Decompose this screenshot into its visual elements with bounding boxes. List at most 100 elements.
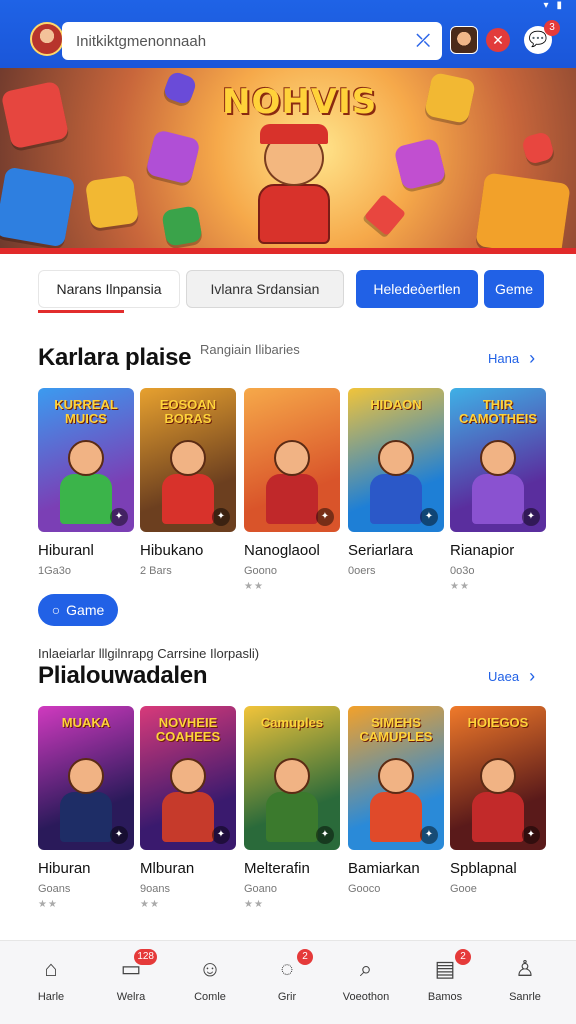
game-card[interactable]: HOIEGOS ✦ Spblapnal Gooe bbox=[450, 706, 546, 911]
character-face bbox=[480, 758, 516, 794]
clear-search-icon[interactable]: ⤫ bbox=[416, 31, 430, 51]
nav-label: Welra bbox=[116, 991, 146, 1003]
character-body bbox=[60, 792, 112, 842]
game-thumbnail[interactable]: MUAKA ✦ bbox=[38, 706, 134, 850]
see-all-label: Hana bbox=[488, 351, 520, 366]
character-face bbox=[378, 440, 414, 476]
banner-die-decoration bbox=[0, 80, 70, 150]
see-all-label: Uaea bbox=[488, 669, 520, 684]
game-card[interactable]: NOVHEIE COAHEES ✦ Mlburan 9oans ★★ bbox=[140, 706, 236, 911]
search-input[interactable]: Initkiktgmenonnaah ⤫ bbox=[62, 22, 442, 60]
top-bar: ▾ ▮ Initkiktgmenonnaah ⤫ ✕ 💬 3 bbox=[0, 0, 576, 72]
game-shortcut-thumbnail[interactable] bbox=[450, 26, 478, 54]
nav-item-5[interactable]: ▤ 2 Bamos bbox=[410, 949, 480, 1003]
character-face bbox=[170, 440, 206, 476]
game-title: Melterafin bbox=[244, 860, 310, 877]
game-title: Mlburan bbox=[140, 860, 195, 877]
game-card[interactable]: EOSOAN BORAS ✦ Hibukano 2 Bars bbox=[140, 388, 236, 593]
search-input-value: Initkiktgmenonnaah bbox=[76, 32, 207, 50]
game-icon: ○ bbox=[51, 602, 61, 618]
nav-item-2[interactable]: ☺ Comle bbox=[175, 955, 245, 1003]
game-title: Hiburanl bbox=[38, 542, 94, 559]
game-card[interactable]: Camuples ✦ Melterafin Goano ★★ bbox=[244, 706, 340, 911]
banner-die-decoration bbox=[393, 137, 447, 191]
badge-icon: ✦ bbox=[522, 508, 540, 526]
badge-icon: ✦ bbox=[522, 826, 540, 844]
game-thumbnail[interactable]: EOSOAN BORAS ✦ bbox=[140, 388, 236, 532]
close-icon[interactable]: ✕ bbox=[486, 28, 510, 52]
home-icon: ⌂ bbox=[44, 956, 58, 981]
game-meta: Gooe bbox=[450, 883, 477, 895]
game-card[interactable]: HIDAON ✦ Seriarlara 0oers bbox=[348, 388, 444, 593]
game-title: Rianapior bbox=[450, 542, 515, 559]
game-rating bbox=[450, 899, 546, 911]
tab-0[interactable]: Narans Ilnpansia bbox=[38, 270, 180, 308]
game-title: Nanoglaool bbox=[244, 542, 320, 559]
banner-die-decoration bbox=[161, 205, 203, 247]
character-face bbox=[274, 758, 310, 794]
news-icon: ▤ 2 bbox=[431, 949, 471, 983]
game-thumbnail[interactable]: ✦ bbox=[244, 388, 340, 532]
game-card[interactable]: THIR CAMOTHEIS ✦ Rianapior 0o3o ★★ bbox=[450, 388, 546, 593]
nav-badge: 2 bbox=[297, 949, 313, 965]
game-rating bbox=[38, 581, 134, 593]
tab-2[interactable]: Heledeòertlen bbox=[356, 270, 478, 308]
nav-item-0[interactable]: ⌂ Harle bbox=[16, 955, 86, 1003]
game-thumbnail[interactable]: THIR CAMOTHEIS ✦ bbox=[450, 388, 546, 532]
game-thumbnail[interactable]: HIDAON ✦ bbox=[348, 388, 444, 532]
game-card[interactable]: ✦ Nanoglaool Goono ★★ bbox=[244, 388, 340, 593]
character-body bbox=[370, 792, 422, 842]
game-rating: ★★ bbox=[244, 581, 264, 592]
game-card[interactable]: KURREAL MUICS ✦ Hiburanl 1Ga3o bbox=[38, 388, 134, 593]
tab-3[interactable]: Geme bbox=[484, 270, 544, 308]
game-button-label: Game bbox=[66, 602, 105, 618]
game-logo-text: HOIEGOS bbox=[467, 715, 529, 730]
nav-label: Grir bbox=[277, 991, 297, 1003]
profile-avatar[interactable] bbox=[30, 22, 64, 56]
search-icon: ⌕ bbox=[359, 956, 373, 981]
game-card[interactable]: MUAKA ✦ Hiburan Goans ★★ bbox=[38, 706, 134, 911]
game-thumbnail[interactable]: NOVHEIE COAHEES ✦ bbox=[140, 706, 236, 850]
game-card[interactable]: SIMEHS CAMUPLES ✦ Bamiarkan Gooco bbox=[348, 706, 444, 911]
game-logo-text: HIDAON bbox=[370, 397, 422, 412]
nav-item-1[interactable]: ▭ 128 Welra bbox=[96, 949, 166, 1003]
section-1-title: Karlara plaise bbox=[38, 344, 192, 371]
nav-label: Comle bbox=[194, 991, 226, 1003]
nav-label: Voeothon bbox=[342, 991, 390, 1003]
game-rating: ★★ bbox=[140, 899, 160, 910]
game-meta: 0o3o bbox=[450, 565, 475, 577]
hero-banner[interactable]: NOHVIS bbox=[0, 68, 576, 254]
character-face bbox=[480, 440, 516, 476]
game-thumbnail[interactable]: KURREAL MUICS ✦ bbox=[38, 388, 134, 532]
section-1-see-all[interactable]: Hana › bbox=[488, 348, 535, 369]
game-thumbnail[interactable]: Camuples ✦ bbox=[244, 706, 340, 850]
nav-item-3[interactable]: ◌ 2 Grir bbox=[252, 949, 322, 1003]
banner-die-decoration bbox=[162, 70, 198, 106]
wifi-icon: ▾ bbox=[543, 0, 549, 11]
game-meta: 9oans bbox=[140, 883, 170, 895]
nav-item-6[interactable]: ♙ Sanrle bbox=[490, 955, 560, 1003]
chevron-right-icon: › bbox=[529, 666, 536, 686]
character-body bbox=[472, 474, 524, 524]
character-face bbox=[274, 440, 310, 476]
game-thumbnail[interactable]: SIMEHS CAMUPLES ✦ bbox=[348, 706, 444, 850]
badge-icon: ✦ bbox=[420, 508, 438, 526]
game-meta: Gooco bbox=[348, 883, 381, 895]
section-1-subtitle: Rangiain Ilibaries bbox=[200, 342, 300, 357]
chat-button[interactable]: 💬 3 bbox=[524, 20, 560, 54]
section-2-see-all[interactable]: Uaea › bbox=[488, 666, 535, 687]
nav-item-4[interactable]: ⌕ Voeothon bbox=[331, 955, 401, 1003]
game-meta: Goano bbox=[244, 883, 278, 895]
banner-die-decoration bbox=[145, 129, 201, 185]
badge-icon: ✦ bbox=[420, 826, 438, 844]
badge-icon: ✦ bbox=[212, 508, 230, 526]
character-body bbox=[266, 792, 318, 842]
banner-title: NOHVIS bbox=[222, 82, 378, 122]
section-2-subtitle: Inlaeiarlar lllgilnrapg Carrsine Ilorpas… bbox=[38, 646, 260, 661]
tab-1[interactable]: Ivlanra Srdansian bbox=[186, 270, 344, 308]
game-thumbnail[interactable]: HOIEGOS ✦ bbox=[450, 706, 546, 850]
user-icon: ♙ bbox=[515, 956, 535, 981]
character-body bbox=[370, 474, 422, 524]
game-button[interactable]: ○ Game bbox=[38, 594, 118, 626]
character-body bbox=[162, 474, 214, 524]
